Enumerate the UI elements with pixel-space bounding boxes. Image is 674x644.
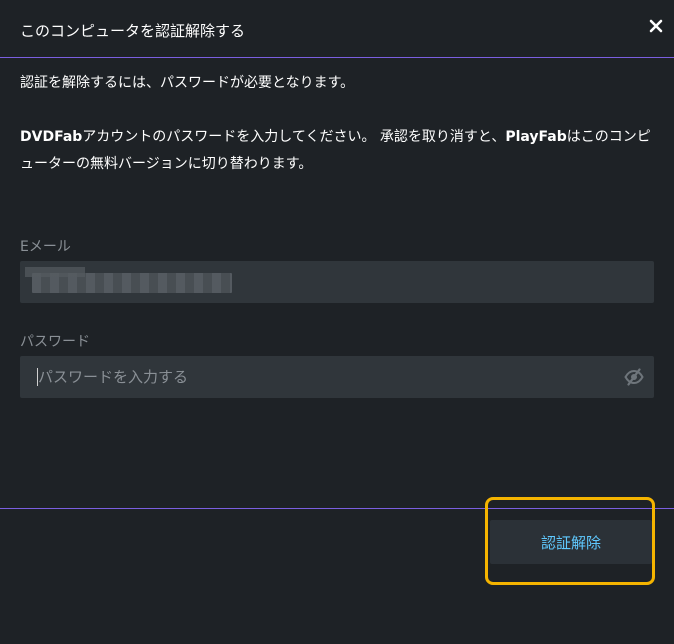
text-caret (37, 368, 38, 386)
lead-text: 認証を解除するには、パスワードが必要となります。 (20, 75, 355, 91)
close-button[interactable] (648, 18, 664, 34)
email-value-redacted-fragment (25, 267, 85, 277)
dialog-title: このコンピュータを認証解除する (20, 22, 246, 40)
dialog-header: このコンピュータを認証解除する (0, 0, 674, 58)
deauthorize-button[interactable]: 認証解除 (490, 520, 652, 564)
close-icon (649, 19, 663, 33)
brand-playfab: PlayFab (505, 129, 567, 145)
email-field[interactable] (20, 261, 654, 303)
eye-off-icon (624, 368, 644, 386)
password-label: パスワード (20, 334, 90, 350)
password-visibility-toggle[interactable] (624, 368, 644, 386)
password-field[interactable] (20, 356, 654, 398)
deauthorize-dialog: このコンピュータを認証解除する 認証を解除するには、パスワードが必要となります。… (0, 0, 674, 644)
brand-dvdfab: DVDFab (20, 129, 83, 145)
description-part-1: アカウントのパスワードを入力してください。 承認を取り消すと、 (82, 129, 506, 145)
description-text: DVDFabアカウントのパスワードを入力してください。 承認を取り消すと、Pla… (20, 124, 660, 178)
password-input[interactable] (34, 356, 614, 398)
email-label: Eメール (20, 239, 71, 255)
